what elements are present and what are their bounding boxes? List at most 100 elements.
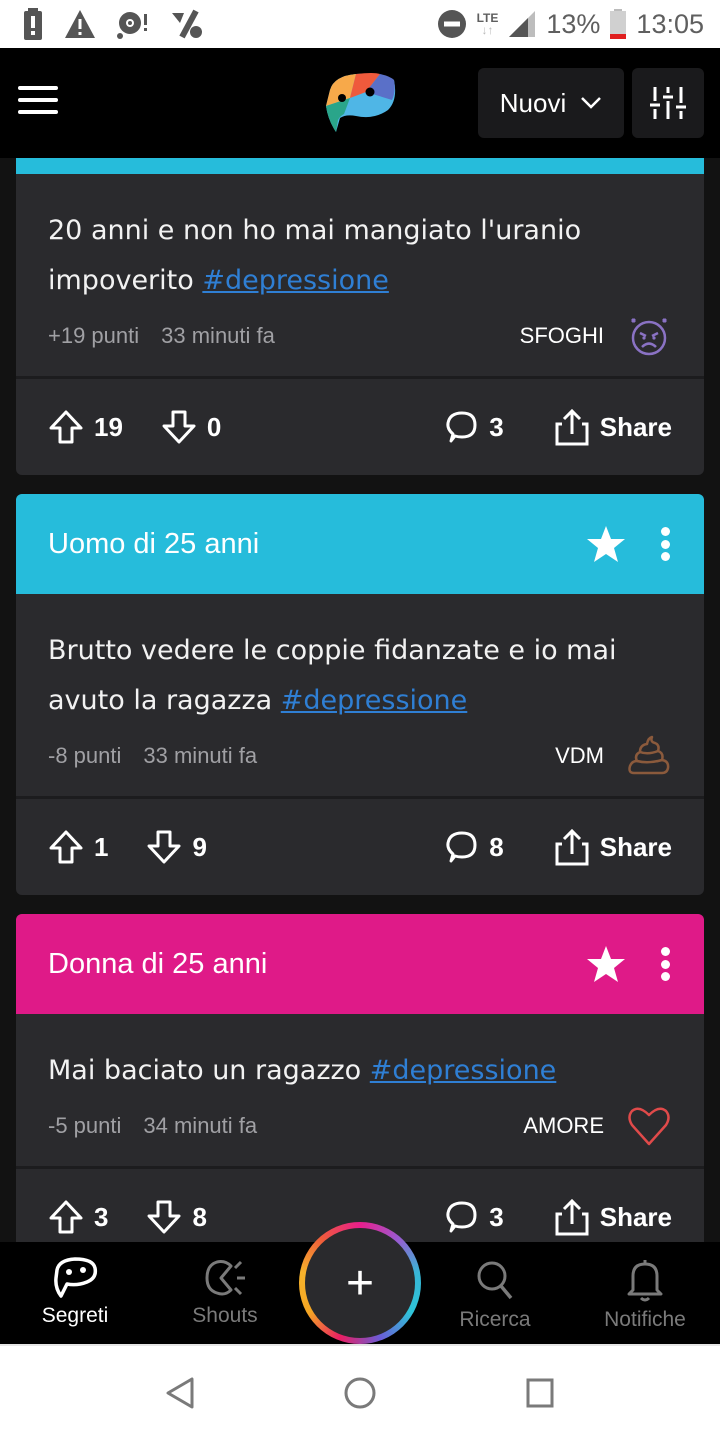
comment-count: 8 — [489, 831, 504, 862]
post-header — [16, 158, 704, 174]
downvote-count: 8 — [192, 1201, 207, 1232]
chevron-down-icon — [581, 97, 602, 109]
upvote-count: 3 — [94, 1201, 109, 1232]
share-button[interactable]: Share — [554, 1198, 672, 1236]
arrow-down-icon — [147, 830, 181, 864]
nav-label: Notifiche — [604, 1308, 686, 1331]
sliders-icon — [650, 87, 686, 119]
post-header: Uomo di 25 anni — [16, 494, 704, 594]
hashtag-link[interactable]: #depressione — [370, 1055, 557, 1086]
nav-item-segreti[interactable]: Segreti — [15, 1256, 135, 1328]
sort-dropdown[interactable]: Nuovi — [478, 68, 624, 138]
post-meta: -5 punti 34 minuti fa AMORE — [48, 1096, 672, 1156]
data-saver-icon — [172, 9, 202, 39]
comment-icon — [446, 1201, 477, 1233]
hashtag-link[interactable]: #depressione — [202, 265, 389, 296]
warning-icon — [65, 10, 95, 38]
comment-icon — [446, 831, 477, 863]
post-category[interactable]: AMORE — [523, 1113, 604, 1139]
post-time: 34 minuti fa — [143, 1113, 258, 1138]
post-header: Donna di 25 anni — [16, 914, 704, 1014]
hamburger-menu-icon[interactable] — [18, 86, 58, 116]
recents-icon[interactable] — [524, 1376, 556, 1410]
share-icon — [555, 1198, 589, 1236]
post-time: 33 minuti fa — [161, 323, 275, 348]
hashtag-link[interactable]: #depressione — [281, 685, 468, 716]
comment-count: 3 — [489, 411, 504, 442]
star-icon[interactable] — [586, 524, 626, 564]
post-points: -8 punti — [48, 743, 122, 768]
more-options-icon[interactable] — [660, 947, 670, 981]
lte-icon: LTE ↓↑ — [476, 11, 499, 37]
comment-count: 3 — [489, 1201, 504, 1232]
nav-item-shouts[interactable]: Shouts — [165, 1256, 285, 1328]
post-author: Donna di 25 anni — [48, 947, 268, 980]
post-author: Uomo di 25 anni — [48, 527, 260, 560]
comments-button[interactable]: 8 — [443, 829, 504, 865]
more-options-icon[interactable] — [660, 527, 670, 561]
back-icon[interactable] — [164, 1376, 196, 1410]
disc-alert-icon — [117, 12, 147, 39]
upvote-button[interactable]: 19 — [48, 409, 123, 445]
share-label: Share — [599, 1201, 672, 1232]
battery-icon — [610, 9, 627, 39]
upvote-button[interactable]: 1 — [48, 829, 108, 865]
nav-item-ricerca[interactable]: Ricerca — [435, 1256, 555, 1332]
system-navigation-bar — [0, 1344, 720, 1442]
shouts-icon — [205, 1260, 245, 1296]
post-actions: 19 0 3 Share — [16, 379, 704, 475]
comments-button[interactable]: 3 — [443, 409, 504, 445]
new-post-button[interactable]: + — [299, 1222, 421, 1344]
feed[interactable]: 20 anni e non ho mai mangiato l'uranio i… — [0, 158, 720, 1242]
arrow-up-icon — [49, 1200, 83, 1234]
downvote-button[interactable]: 9 — [146, 829, 207, 865]
post-meta: -8 punti 33 minuti fa VDM — [48, 726, 672, 786]
do-not-disturb-icon — [437, 10, 466, 38]
upvote-button[interactable]: 3 — [48, 1199, 108, 1235]
post-category[interactable]: SFOGHI — [520, 323, 604, 349]
post-meta: +19 punti 33 minuti fa SFOGHI — [48, 306, 672, 366]
battery-alert-icon — [24, 8, 42, 40]
post-card: 20 anni e non ho mai mangiato l'uranio i… — [16, 158, 704, 475]
post-card: Donna di 25 anni Mai baciato un ragazzo … — [16, 914, 704, 1242]
share-button[interactable]: Share — [554, 408, 672, 446]
upvote-count: 19 — [94, 411, 123, 442]
share-icon — [555, 408, 589, 446]
post-points: +19 punti — [48, 323, 140, 348]
nav-label: Shouts — [192, 1304, 258, 1327]
post-points: -5 punti — [48, 1113, 122, 1138]
nav-label: Ricerca — [459, 1308, 531, 1331]
home-icon[interactable] — [342, 1376, 378, 1410]
downvote-count: 0 — [206, 411, 222, 442]
star-icon[interactable] — [586, 944, 626, 984]
downvote-button[interactable]: 8 — [146, 1199, 207, 1235]
bell-icon — [627, 1260, 663, 1302]
nav-item-notifiche[interactable]: Notifiche — [585, 1256, 705, 1332]
post-text: Brutto vedere le coppie fidanzate e io m… — [48, 635, 617, 716]
upvote-count: 1 — [94, 831, 109, 862]
nav-label: Segreti — [41, 1304, 109, 1327]
arrow-down-icon — [147, 1200, 181, 1234]
angry-face-icon — [631, 318, 667, 356]
share-label: Share — [599, 831, 672, 862]
status-bar: LTE ↓↑ 13% 13:05 — [0, 0, 720, 48]
filter-button[interactable] — [632, 68, 704, 138]
battery-percent: 13% — [546, 8, 601, 39]
downvote-button[interactable]: 0 — [161, 409, 221, 445]
post-text: Mai baciato un ragazzo #depressione — [48, 1055, 557, 1086]
app-logo[interactable] — [322, 70, 398, 134]
heart-icon — [628, 1107, 670, 1146]
poop-icon — [628, 735, 670, 775]
clock: 13:05 — [636, 8, 704, 39]
comment-icon — [446, 411, 477, 443]
share-button[interactable]: Share — [554, 828, 672, 866]
share-icon — [555, 828, 589, 866]
app-bar: Nuovi — [0, 48, 720, 158]
post-actions: 1 9 8 Share — [16, 799, 704, 895]
arrow-up-icon — [49, 830, 83, 864]
post-category[interactable]: VDM — [555, 743, 604, 769]
comments-button[interactable]: 3 — [443, 1199, 504, 1235]
arrow-up-icon — [49, 410, 83, 444]
arrow-down-icon — [162, 410, 196, 444]
plus-icon: + — [345, 1256, 375, 1310]
